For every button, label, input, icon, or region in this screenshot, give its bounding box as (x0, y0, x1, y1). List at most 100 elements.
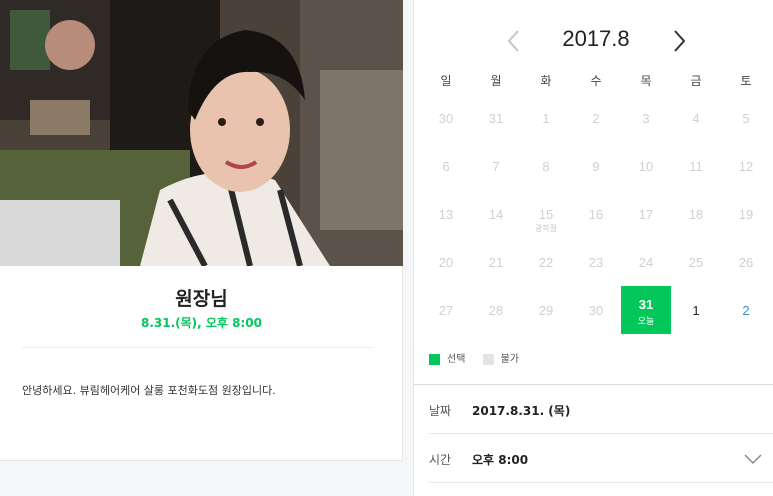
day-note: 오늘 (637, 317, 655, 327)
day-number: 30 (438, 111, 454, 126)
month-title: 2017.8 (562, 26, 630, 51)
day-number: 4 (692, 111, 700, 126)
section-divider (414, 384, 773, 385)
calendar-day: 11 (671, 142, 721, 190)
unavailable-swatch-icon (482, 353, 494, 365)
day-number: 1 (692, 303, 700, 318)
calendar-day: 3 (621, 94, 671, 142)
calendar-day: 25 (671, 238, 721, 286)
calendar-day: 9 (571, 142, 621, 190)
calendar-day: 27 (421, 286, 471, 334)
legend-unavailable-label: 불가 (500, 354, 519, 365)
prev-month-button[interactable] (504, 28, 524, 54)
day-number: 2 (592, 111, 600, 126)
day-number: 17 (638, 207, 654, 222)
day-number: 3 (642, 111, 650, 126)
day-number: 8 (542, 159, 550, 174)
calendar-day: 22 (521, 238, 571, 286)
day-number: 19 (738, 207, 754, 222)
calendar-day: 28 (471, 286, 521, 334)
booking-page: 원장님 8.31.(목), 오후 8:00 안녕하세요. 뷰림헤어케어 살롱 포… (0, 0, 773, 496)
chevron-down-icon[interactable] (744, 453, 762, 465)
legend-unavailable: 불가 (482, 350, 519, 365)
calendar-day: 12 (721, 142, 771, 190)
day-number: 12 (738, 159, 754, 174)
weekday-label: 금 (690, 74, 702, 88)
legend-selected-label: 선택 (447, 354, 466, 365)
weekday-label: 목 (640, 74, 652, 88)
chevron-right-icon (674, 30, 686, 52)
day-number: 15 (538, 207, 554, 222)
calendar-day: 20 (421, 238, 471, 286)
day-number: 31 (638, 297, 654, 312)
calendar-day: 15 광복절 (521, 190, 571, 238)
day-note: 광복절 (534, 224, 558, 233)
next-month-button[interactable] (669, 28, 689, 54)
calendar-day: 23 (571, 238, 621, 286)
calendar-day[interactable]: 2 (721, 286, 771, 334)
day-number: 10 (638, 159, 654, 174)
selected-datetime: 8.31.(목), 오후 8:00 (140, 316, 263, 330)
calendar-day: 29 (521, 286, 571, 334)
calendar-day: 30 (571, 286, 621, 334)
day-number: 24 (638, 255, 654, 270)
weekday-label: 월 (490, 74, 502, 88)
calendar-day: 18 (671, 190, 721, 238)
day-number: 16 (588, 207, 604, 222)
day-number: 23 (588, 255, 604, 270)
day-number: 6 (442, 159, 450, 174)
date-row: 날짜 2017.8.31. (목) (429, 386, 773, 434)
day-number: 2 (742, 303, 750, 318)
date-label: 날짜 (429, 404, 452, 418)
calendar-header: 2017.8 (414, 26, 773, 56)
day-number: 9 (592, 159, 600, 174)
day-number: 31 (488, 111, 504, 126)
day-number: 27 (438, 303, 454, 318)
legend-selected: 선택 (429, 350, 465, 365)
day-number: 29 (538, 303, 554, 318)
calendar-legend: 선택 불가 (429, 350, 533, 365)
day-number: 20 (438, 255, 454, 270)
selected-swatch-icon (429, 353, 440, 365)
date-value: 2017.8.31. (목) (472, 404, 571, 418)
weekday-header: 일월화수목금토 (421, 72, 771, 88)
day-number: 1 (542, 111, 550, 126)
calendar-day: 31 (471, 94, 521, 142)
day-number: 11 (689, 159, 703, 174)
day-number: 13 (438, 207, 454, 222)
weekday-label: 화 (540, 74, 552, 88)
profile-card: 원장님 8.31.(목), 오후 8:00 안녕하세요. 뷰림헤어케어 살롱 포… (0, 0, 403, 461)
calendar-day: 30 (421, 94, 471, 142)
time-value: 오후 8:00 (472, 453, 529, 467)
weekday-label: 수 (590, 74, 602, 88)
day-number: 26 (738, 255, 754, 270)
day-number: 18 (688, 207, 704, 222)
divider (22, 347, 373, 348)
time-row[interactable]: 시간 오후 8:00 (429, 435, 773, 483)
calendar-day: 21 (471, 238, 521, 286)
booking-panel: 2017.8 일월화수목금토 30 31 1 2 3 4 5 6 7 8 9 10 11 12 13 14 15… (413, 0, 773, 496)
day-number: 5 (742, 111, 750, 126)
calendar-day: 10 (621, 142, 671, 190)
day-number: 21 (488, 255, 504, 270)
time-label: 시간 (429, 453, 452, 467)
calendar-day: 14 (471, 190, 521, 238)
calendar-day: 5 (721, 94, 771, 142)
day-number: 30 (588, 303, 604, 318)
day-number: 14 (488, 207, 504, 222)
weekday-label: 토 (740, 74, 752, 88)
calendar-day: 26 (721, 238, 771, 286)
calendar-day: 4 (671, 94, 721, 142)
calendar-day: 17 (621, 190, 671, 238)
calendar-day: 8 (521, 142, 571, 190)
calendar-day[interactable]: 1 (671, 286, 721, 334)
calendar-day-selected[interactable]: 31 오늘 (621, 286, 671, 334)
calendar-day: 24 (621, 238, 671, 286)
calendar-day: 6 (421, 142, 471, 190)
day-number: 7 (492, 159, 500, 174)
calendar-day: 19 (721, 190, 771, 238)
day-number: 22 (538, 255, 554, 270)
profile-name: 원장님 (175, 288, 228, 310)
profile-description: 안녕하세요. 뷰림헤어케어 살롱 포천화도점 원장입니다. (22, 384, 276, 397)
day-number: 28 (488, 303, 504, 318)
